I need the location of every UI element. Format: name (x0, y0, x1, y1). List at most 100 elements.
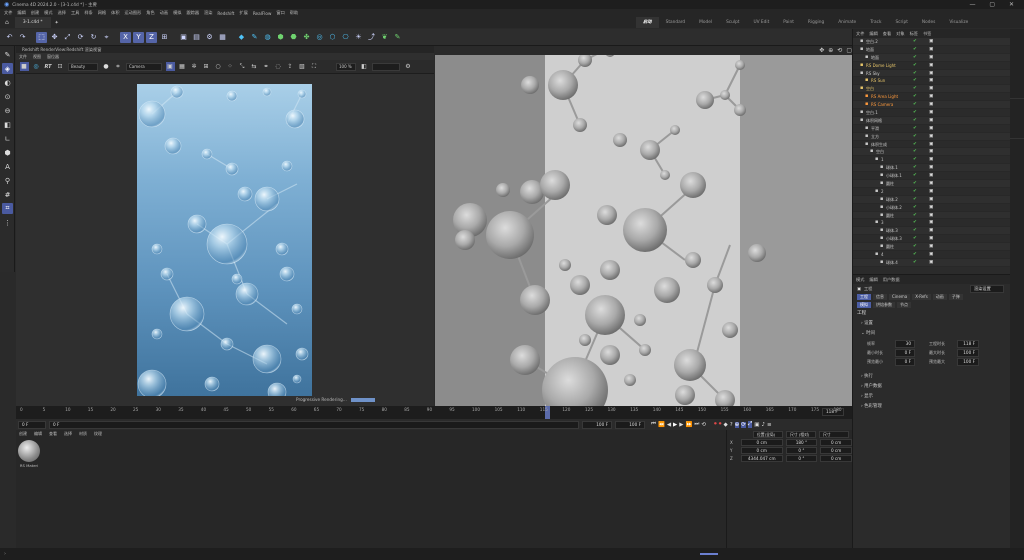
material-swatch[interactable]: RS Materi (18, 440, 40, 470)
menu-item-11[interactable]: 动画 (160, 10, 168, 16)
object-visible-check-icon[interactable]: ✔ (913, 93, 917, 101)
layout-tab-3[interactable]: Sculpt (719, 17, 746, 28)
sound-icon[interactable]: ♪ (761, 422, 765, 428)
grid-snap-icon[interactable]: ⌗ (2, 203, 13, 214)
place-icon[interactable]: ⌖ (101, 32, 112, 43)
object-tag-icon[interactable]: ▣ (929, 164, 933, 172)
material-menu-item[interactable]: 材质 (79, 431, 87, 437)
record-icon[interactable]: ⏺ (714, 421, 717, 428)
object-tag-icon[interactable]: ▣ (929, 212, 933, 220)
object-visible-check-icon[interactable]: ✔ (913, 133, 917, 141)
object-tag-icon[interactable]: ▣ (929, 62, 933, 70)
bokeh-icon[interactable]: ◌ (274, 62, 283, 71)
menu-item-0[interactable]: 文件 (4, 10, 12, 16)
select-icon[interactable]: ⬚ (36, 31, 47, 43)
add-tab-icon[interactable]: ✦ (55, 20, 59, 26)
spline-icon[interactable]: ⤴ (366, 32, 377, 43)
object-tag-icon[interactable]: ▣ (929, 219, 933, 227)
object-tag-icon[interactable]: ▣ (929, 180, 933, 188)
object-row[interactable]: ▪ RS Dome Light ✔ ▣ (853, 62, 1010, 70)
attr-section[interactable]: › 显示 (853, 392, 1010, 402)
menu-item-1[interactable]: 编辑 (17, 10, 25, 16)
attr-value-field[interactable]: 0 F (895, 358, 915, 366)
fullscreen-icon[interactable]: ⛶ (310, 62, 319, 71)
dots-icon[interactable]: ⁘ (226, 62, 235, 71)
render-view-menu-item[interactable]: 文件 (19, 53, 27, 60)
attr-tab-0[interactable]: 工程 (857, 293, 871, 301)
object-row[interactable]: ▪ 体积网格 ✔ ▣ (853, 116, 1010, 125)
object-visible-check-icon[interactable]: ✔ (913, 164, 917, 172)
attr-value-field[interactable]: 30 (895, 340, 915, 348)
play-icon[interactable]: ▶ (673, 422, 677, 428)
polygon-mode-icon[interactable]: ◧ (2, 119, 13, 130)
object-tag-icon[interactable]: ▣ (929, 141, 933, 149)
zoom-dropdown[interactable]: 100 % (336, 62, 356, 71)
menu-item-16[interactable]: 扩展 (239, 10, 247, 16)
timeline-menu-icon[interactable]: ≡ (767, 422, 772, 428)
object-tag-icon[interactable]: ▣ (929, 204, 933, 212)
layout-tab-7[interactable]: Animate (831, 17, 863, 28)
attr-tab-4[interactable]: 动画 (932, 293, 947, 301)
object-tag-icon[interactable]: ▣ (929, 77, 933, 85)
move-icon[interactable]: ✥ (49, 32, 60, 43)
settings-icon[interactable]: ✲ (190, 62, 199, 71)
key-rot-icon[interactable]: ⟳ (741, 421, 746, 428)
start-frame-field[interactable]: 0 F (18, 420, 46, 429)
render-settings-dropdown[interactable]: 渲染设置 (970, 284, 1004, 293)
material-menu-item[interactable]: 编辑 (34, 431, 42, 437)
axis-mode-icon[interactable]: ∟ (2, 133, 13, 144)
object-row[interactable]: ▪ 球体.1 ✔ ▣ (853, 164, 1010, 173)
object-row[interactable]: ▪ 2 ✔ ▣ (853, 188, 1010, 196)
start-render-icon[interactable]: ◎ (32, 62, 41, 71)
attr-section[interactable]: › 色彩管理 (853, 402, 1010, 412)
object-tag-icon[interactable]: ▣ (929, 38, 933, 46)
edit-mode-icon[interactable]: ✎ (2, 49, 13, 60)
object-row[interactable]: ▪ 小球体.3 ✔ ▣ (853, 235, 1010, 244)
quantize-icon[interactable]: ⋮ (2, 217, 13, 228)
object-visible-check-icon[interactable]: ✔ (913, 259, 917, 267)
render-view-icon[interactable]: ▤ (191, 32, 202, 43)
object-row[interactable]: ▪ 圆柱 ✔ ▣ (853, 180, 1010, 188)
object-tag-icon[interactable]: ▣ (929, 148, 933, 156)
render-region-icon[interactable]: ▣ (178, 32, 189, 43)
prev-key-icon[interactable]: ⏪ (658, 422, 665, 428)
object-visible-check-icon[interactable]: ✔ (913, 196, 917, 204)
layout-tab-6[interactable]: Rigging (801, 17, 831, 28)
object-menu-item[interactable]: 编辑 (869, 29, 877, 38)
window-controls-icon[interactable]: — ▢ ✕ (969, 1, 1024, 8)
object-tag-icon[interactable]: ▣ (929, 251, 933, 259)
object-visible-check-icon[interactable]: ✔ (913, 235, 917, 243)
next-key-icon[interactable]: ⏩ (686, 422, 693, 428)
attr-value-field[interactable]: 100 F (957, 358, 979, 366)
side-tab-1[interactable] (1010, 29, 1024, 99)
deformer-icon[interactable]: ⬣ (288, 32, 299, 43)
attr-value-field[interactable]: 100 F (957, 349, 979, 357)
render-view-menu-item[interactable]: 窗位器 (47, 53, 59, 60)
key-scale-icon[interactable]: ⤢ (747, 421, 753, 428)
attr-subtab-1[interactable]: 烘焙参数 (873, 301, 895, 309)
object-row[interactable]: ▪ RS Camera ✔ ▣ (853, 101, 1010, 110)
object-visible-check-icon[interactable]: ✔ (913, 125, 917, 133)
menu-item-12[interactable]: 模拟 (173, 10, 181, 16)
object-menu-item[interactable]: 标签 (910, 29, 918, 38)
side-tab-2[interactable] (1010, 99, 1024, 139)
plant-icon[interactable]: ❦ (379, 32, 390, 43)
menu-item-8[interactable]: 体积 (111, 10, 119, 16)
object-menu-item[interactable]: 书签 (923, 29, 931, 38)
object-row[interactable]: ▪ 球体.3 ✔ ▣ (853, 227, 1010, 236)
recent-icon[interactable]: ↻ (88, 32, 99, 43)
attr-tab-2[interactable]: Cinema (889, 293, 911, 301)
object-tag-icon[interactable]: ▣ (929, 172, 933, 180)
object-visible-check-icon[interactable]: ✔ (913, 62, 917, 70)
scene-icon[interactable]: ⬡ (327, 32, 338, 43)
layout-tab-4[interactable]: UV Edit (746, 17, 776, 28)
layout-tab-2[interactable]: Model (692, 17, 719, 28)
menu-item-19[interactable]: 帮助 (290, 10, 298, 16)
object-row[interactable]: ▪ 小球体.1 ✔ ▣ (853, 172, 1010, 181)
grid-icon[interactable]: # (2, 189, 13, 200)
current-frame-field[interactable]: 0 F (49, 420, 579, 429)
layout-tab-5[interactable]: Paint (776, 17, 801, 28)
object-visible-check-icon[interactable]: ✔ (913, 70, 917, 78)
material-menu-item[interactable]: 纹理 (94, 431, 102, 437)
attr-subtab-0[interactable]: 模拟 (857, 301, 871, 309)
